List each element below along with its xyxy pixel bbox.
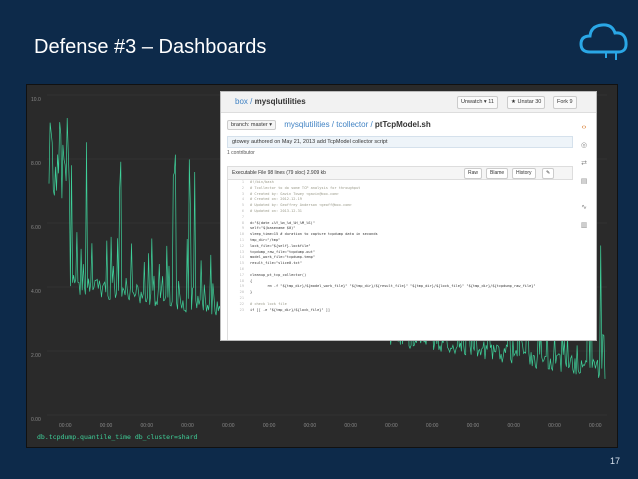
x-tick-label: 00:00: [385, 423, 398, 429]
y-tick-label: 2.00: [31, 353, 41, 359]
code-text: # Created on: 2012-12-19: [250, 197, 302, 202]
pulse-icon[interactable]: ∿: [580, 204, 588, 212]
x-tick-label: 00:00: [548, 423, 561, 429]
wiki-icon[interactable]: ▤: [580, 178, 588, 186]
pull-request-icon[interactable]: ⇄: [580, 160, 588, 168]
code-text: sleep_time=15 # duration to capture tcpd…: [250, 232, 378, 237]
issues-icon[interactable]: ◎: [580, 142, 588, 150]
code-text: # check lock file: [250, 301, 287, 306]
blame-button[interactable]: Blame: [486, 168, 509, 179]
latest-commit[interactable]: gtowey authored on May 21, 2013 add TcpM…: [227, 136, 573, 148]
x-tick-label: 00:00: [263, 423, 276, 429]
slide-title: Defense #3 – Dashboards: [34, 36, 267, 58]
graph-legend: db.tcpdump.quantile_time db_cluster=shar…: [37, 433, 198, 441]
unwatch-button[interactable]: Unwatch ▾ 11: [457, 96, 498, 109]
github-file-view: box / mysqlutilities Unwatch ▾ 11 ★ Unst…: [220, 91, 597, 341]
breadcrumb-file: ptTcpModel.sh: [374, 120, 431, 130]
x-tick-label: 00:00: [181, 423, 194, 429]
breadcrumb-dir[interactable]: tcollector: [336, 120, 368, 129]
unstar-button[interactable]: ★ Unstar 30: [507, 96, 546, 109]
x-tick-label: 00:00: [222, 423, 235, 429]
code-text: d="$(date +%Y_%m_%d_%H_%M_%S)": [250, 220, 315, 225]
code-text: lock_file="${self}.lockfile": [250, 243, 311, 248]
code-text: }: [250, 290, 253, 295]
code-text: # Created by: Gavin Towey <gavin@box.com…: [250, 191, 339, 196]
code-icon[interactable]: ‹›: [580, 124, 588, 132]
y-tick-label: 8.00: [31, 161, 41, 167]
file-breadcrumb: branch: master ▾ mysqlutilities / tcolle…: [227, 120, 431, 130]
code-view: 1 #!/bin/bash 2 # Tcollector to do some TCP…: [227, 180, 568, 340]
code-text: # Updated by: Geoffrey Anderson <geoff@b…: [250, 203, 352, 208]
x-tick-label: 00:00: [304, 423, 317, 429]
x-tick-label: 00:00: [467, 423, 480, 429]
branch-selector[interactable]: branch: master ▾: [227, 120, 276, 130]
x-tick-label: 00:00: [141, 423, 154, 429]
code-text: # Updated on: 2013-12-31: [250, 208, 302, 213]
y-tick-label: 6.00: [31, 225, 41, 231]
page-number: 17: [609, 456, 620, 466]
edit-icon[interactable]: ✎: [542, 168, 555, 179]
breadcrumb-repo[interactable]: mysqlutilities: [284, 120, 329, 129]
contributors-count[interactable]: 1 contributor: [227, 150, 255, 156]
code-text: self="$(basename $0)": [250, 226, 296, 231]
raw-button[interactable]: Raw: [464, 168, 483, 179]
x-tick-label: 00:00: [100, 423, 113, 429]
y-tick-label: 0.00: [31, 417, 41, 423]
fork-button[interactable]: Fork 9: [553, 96, 577, 109]
y-tick-label: 10.0: [31, 97, 41, 103]
x-tick-label: 00:00: [426, 423, 439, 429]
code-text: model_work_file="tcpdump.temp": [250, 255, 315, 260]
file-info: Executable File 98 lines (79 sloc) 2.909…: [232, 170, 326, 176]
repo-title[interactable]: box / mysqlutilities: [235, 97, 306, 106]
code-text: if [[ -e "${tmp_dir}/${lock_file}" ]]: [250, 307, 331, 312]
code-text: # Tcollector to do some TCP analysis for…: [250, 185, 361, 190]
code-text: tcpdump_raw_file="tcpdump.out": [250, 249, 315, 254]
code-text: rm -f "${tmp_dir}/${model_work_file}" "$…: [250, 284, 536, 289]
y-tick-label: 4.00: [31, 289, 41, 295]
repo-sidebar: ‹› ◎ ⇄ ▤ ∿ ▥: [574, 120, 596, 340]
line-number[interactable]: 23: [228, 308, 244, 314]
x-tick-label: 00:00: [59, 423, 72, 429]
code-text: cleanup_pt_tcp_collector(): [250, 272, 307, 277]
x-tick-label: 00:00: [344, 423, 357, 429]
code-text: {: [250, 278, 253, 283]
code-text: result_file="slice0.txt": [250, 261, 302, 266]
cloud-icon: [579, 23, 628, 60]
x-tick-label: 00:00: [507, 423, 520, 429]
file-info-bar: Executable File 98 lines (79 sloc) 2.909…: [227, 166, 573, 180]
history-button[interactable]: History: [512, 168, 536, 179]
code-text: tmp_dir="/tmp": [250, 237, 281, 242]
code-line: 23 if [[ -e "${tmp_dir}/${lock_file}" ]]: [228, 308, 568, 314]
code-text: #!/bin/bash: [250, 180, 274, 184]
graphs-icon[interactable]: ▥: [580, 222, 588, 230]
x-tick-label: 00:00: [589, 423, 602, 429]
github-header: box / mysqlutilities Unwatch ▾ 11 ★ Unst…: [221, 92, 596, 113]
